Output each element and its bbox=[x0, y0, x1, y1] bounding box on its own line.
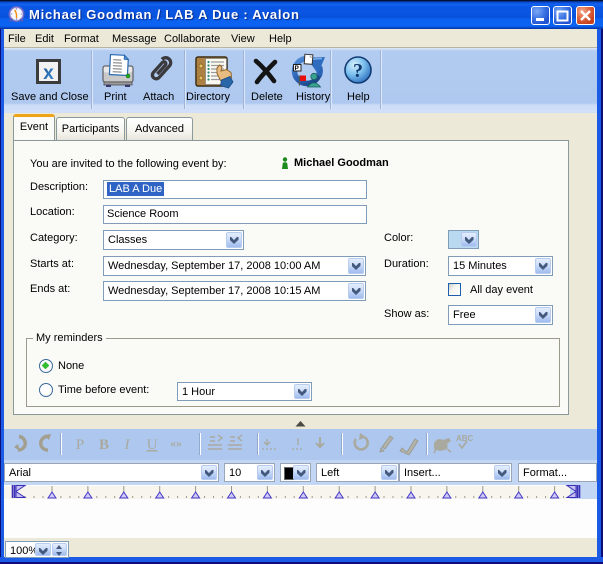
svg-text:P: P bbox=[76, 437, 84, 453]
svg-text:?: ? bbox=[353, 60, 363, 82]
svg-text:U: U bbox=[147, 437, 158, 453]
svg-text:I: I bbox=[124, 437, 131, 453]
svg-text:x: x bbox=[43, 63, 54, 84]
svg-text:ABC: ABC bbox=[456, 434, 474, 443]
svg-text:«»: «» bbox=[170, 436, 182, 450]
svg-text:B: B bbox=[99, 437, 109, 453]
svg-text:P: P bbox=[295, 65, 300, 72]
